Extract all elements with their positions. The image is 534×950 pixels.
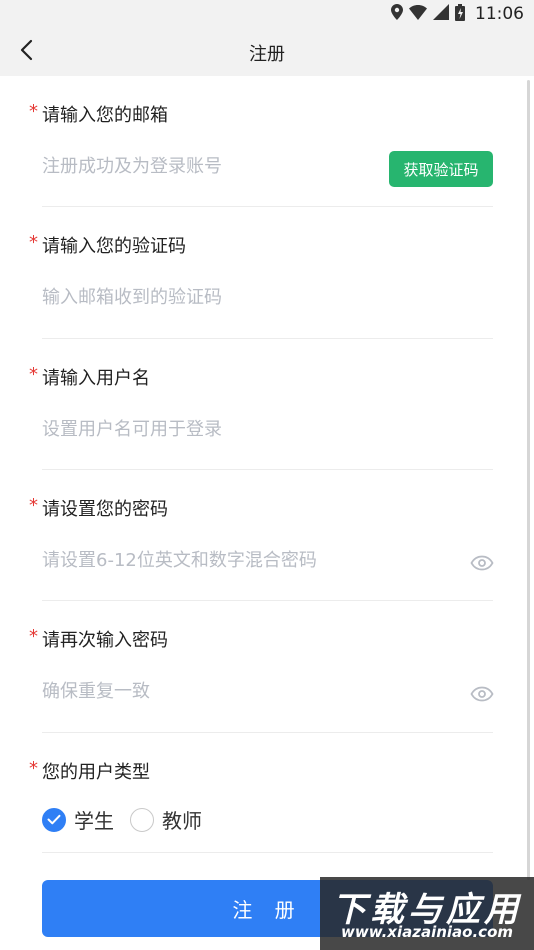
divider xyxy=(42,338,493,339)
divider xyxy=(42,206,493,207)
watermark-url: www.xiazainiao.com xyxy=(340,923,514,941)
email-label: 请输入您的邮箱 xyxy=(42,105,168,126)
status-time: 11:06 xyxy=(475,4,524,24)
eye-icon[interactable] xyxy=(470,555,494,571)
required-mark: * xyxy=(29,232,38,253)
scrollbar xyxy=(527,80,530,880)
user-type-label: 您的用户类型 xyxy=(42,762,150,783)
location-icon xyxy=(391,4,403,24)
radio-teacher[interactable]: 教师 xyxy=(130,805,202,834)
radio-label: 教师 xyxy=(162,809,202,833)
password-input[interactable] xyxy=(42,550,462,571)
required-mark: * xyxy=(29,626,38,647)
required-mark: * xyxy=(29,758,38,779)
required-mark: * xyxy=(29,495,38,516)
divider xyxy=(42,852,493,853)
check-icon xyxy=(42,807,66,832)
get-code-button[interactable]: 获取验证码 xyxy=(389,151,493,187)
radio-unchecked-icon xyxy=(130,807,154,832)
password-label: 请设置您的密码 xyxy=(42,499,168,520)
radio-label: 学生 xyxy=(74,809,114,833)
confirm-password-input[interactable] xyxy=(42,681,462,702)
radio-student[interactable]: 学生 xyxy=(42,805,114,834)
code-input[interactable] xyxy=(42,287,462,308)
page-title: 注册 xyxy=(249,44,285,65)
username-label: 请输入用户名 xyxy=(42,368,150,389)
user-type-radio-group: 学生 教师 xyxy=(42,805,218,834)
username-input[interactable] xyxy=(42,419,462,440)
divider xyxy=(42,469,493,470)
confirm-password-label: 请再次输入密码 xyxy=(42,630,168,651)
divider xyxy=(42,732,493,733)
wifi-icon xyxy=(409,4,427,24)
eye-icon[interactable] xyxy=(470,686,494,702)
watermark-logo: 下载与应用 www.xiazainiao.com xyxy=(320,877,534,950)
code-label: 请输入您的验证码 xyxy=(42,236,186,257)
nav-bar: 注册 xyxy=(0,28,534,76)
required-mark: * xyxy=(29,101,38,122)
required-mark: * xyxy=(29,364,38,385)
signal-icon xyxy=(433,4,449,24)
status-icons: 11:06 xyxy=(391,3,524,25)
status-bar: 11:06 xyxy=(0,0,534,28)
battery-icon xyxy=(455,3,465,25)
email-input[interactable] xyxy=(42,156,372,177)
divider xyxy=(42,600,493,601)
